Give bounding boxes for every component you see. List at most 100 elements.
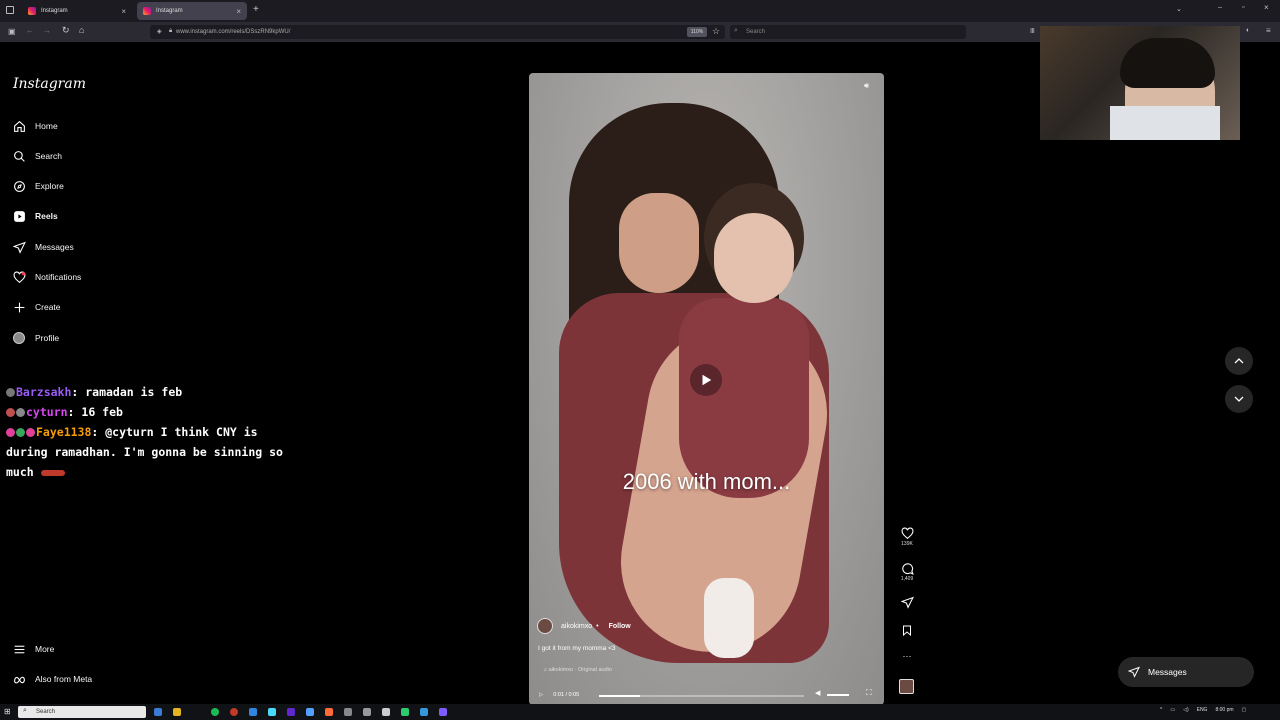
like-button[interactable]: 139K: [897, 525, 917, 547]
close-tab-icon[interactable]: ×: [236, 7, 241, 16]
sidebar-item-also-from-meta[interactable]: Also from Meta: [12, 668, 92, 690]
more-options-icon[interactable]: ···: [897, 651, 917, 661]
instagram-logo[interactable]: Instagram: [13, 76, 86, 92]
sidebar-panel-icon[interactable]: ▣: [8, 27, 16, 36]
volume-icon[interactable]: ◁): [1183, 707, 1189, 713]
spotify-icon[interactable]: [211, 708, 219, 716]
app-icon[interactable]: [268, 708, 276, 716]
tab-instagram-2[interactable]: Instagram ×: [137, 2, 247, 20]
fullscreen-icon[interactable]: ⛶: [866, 688, 872, 698]
play-button[interactable]: [690, 364, 722, 396]
volume-slider[interactable]: [827, 694, 849, 696]
taskview-icon[interactable]: [154, 708, 162, 716]
menu-icon: [12, 642, 26, 656]
home-button[interactable]: ⌂: [79, 25, 84, 35]
reel-audio-link[interactable]: ♫ aikokimxo · Original audio: [543, 667, 612, 673]
sidebar-item-profile[interactable]: Profile: [12, 327, 59, 349]
sidebar-item-reels[interactable]: Reels: [12, 205, 58, 227]
reload-button[interactable]: ↻: [62, 25, 70, 36]
previous-reel-button[interactable]: [1225, 347, 1253, 375]
sidebar-item-create[interactable]: Create: [12, 296, 61, 318]
close-window-button[interactable]: ×: [1264, 3, 1269, 12]
meta-icon: [12, 672, 26, 686]
chevron-down-icon: [1234, 396, 1244, 402]
avatar[interactable]: [537, 618, 553, 634]
app-icon[interactable]: [249, 708, 257, 716]
sidebar-item-messages[interactable]: Messages: [12, 236, 74, 258]
close-tab-icon[interactable]: ×: [121, 7, 126, 16]
clock[interactable]: 8:00 pm: [1215, 707, 1233, 713]
volume-icon[interactable]: 🔊︎: [864, 81, 876, 93]
windows-start-icon[interactable]: ⊞: [4, 707, 11, 716]
sidebar-item-search[interactable]: Search: [12, 145, 62, 167]
firefox-icon[interactable]: [325, 708, 333, 716]
comment-button[interactable]: 1,409: [897, 560, 917, 582]
menu-icon[interactable]: ≡: [1266, 26, 1271, 35]
save-button[interactable]: [897, 622, 917, 638]
follow-button[interactable]: Follow: [609, 623, 631, 630]
chevron-up-icon: [1234, 358, 1244, 364]
tab-instagram-1[interactable]: Instagram ×: [22, 2, 132, 20]
sidebar-item-label: More: [35, 644, 55, 654]
language-indicator[interactable]: ENG: [1197, 707, 1208, 713]
shield-icon[interactable]: ◈: [157, 28, 162, 35]
discord-icon[interactable]: [439, 708, 447, 716]
search-icon: [12, 149, 26, 163]
audio-thumbnail[interactable]: [899, 679, 914, 694]
play-icon[interactable]: ▷: [539, 692, 543, 698]
new-tab-button[interactable]: +: [253, 4, 259, 15]
file-explorer-icon[interactable]: [173, 708, 181, 716]
sidebar-toggle-icon[interactable]: [6, 6, 14, 14]
tab-list-icon[interactable]: ⌄: [1176, 5, 1182, 13]
app-icon[interactable]: [420, 708, 428, 716]
network-icon[interactable]: ▭: [1170, 707, 1175, 713]
app-icon[interactable]: [306, 708, 314, 716]
video-progress-bar[interactable]: [599, 695, 804, 697]
messenger-icon: [12, 240, 26, 254]
sidebar-item-home[interactable]: Home: [12, 115, 58, 137]
back-button[interactable]: ←: [26, 26, 34, 35]
tab-title: Instagram: [156, 8, 183, 14]
app-icon[interactable]: [363, 708, 371, 716]
url-input[interactable]: www.instagram.com/reels/DSszRN9kpWU/: [150, 25, 725, 39]
bookmark-star-icon[interactable]: ☆: [712, 26, 720, 37]
app-icon[interactable]: [401, 708, 409, 716]
maximize-window-button[interactable]: ▫: [1242, 4, 1244, 11]
extensions-icon[interactable]: ◐: [1246, 27, 1250, 34]
reel-description[interactable]: I got it from my momma <3: [538, 645, 615, 652]
sidebar-item-label: Profile: [35, 333, 60, 343]
forward-button[interactable]: →: [43, 26, 51, 35]
library-icon[interactable]: Ⅲ: [1030, 27, 1035, 35]
next-reel-button[interactable]: [1225, 385, 1253, 413]
author-username[interactable]: aikokimxo: [561, 623, 592, 630]
lock-icon[interactable]: 🔒︎: [169, 28, 172, 35]
share-button[interactable]: [897, 594, 917, 610]
minimize-window-button[interactable]: –: [1218, 4, 1222, 11]
instagram-favicon-icon: [28, 7, 36, 15]
sidebar-item-notifications[interactable]: Notifications: [12, 266, 81, 288]
app-icon[interactable]: [230, 708, 238, 716]
video-overlay-caption: 2006 with mom...: [622, 469, 791, 494]
separator-dot: •: [596, 622, 599, 630]
app-icon[interactable]: [344, 708, 352, 716]
chat-text: : 16 feb: [67, 405, 123, 419]
chat-text: : ramadan is feb: [71, 385, 183, 399]
video-figure: [679, 298, 809, 498]
app-icon[interactable]: [382, 708, 390, 716]
taskbar: [0, 704, 1280, 720]
chevron-up-icon[interactable]: ^: [1160, 707, 1162, 713]
zoom-level-badge[interactable]: 110%: [687, 27, 707, 37]
volume-icon[interactable]: ◀︎: [815, 689, 820, 697]
heart-icon: [897, 525, 917, 541]
app-icon[interactable]: [287, 708, 295, 716]
sidebar-item-explore[interactable]: Explore: [12, 175, 64, 197]
messages-button[interactable]: Messages: [1118, 657, 1254, 687]
taskbar-search-input[interactable]: Search: [18, 706, 146, 718]
sidebar-item-label: Notifications: [35, 272, 82, 282]
browser-search-input[interactable]: Search: [730, 25, 966, 39]
sidebar-item-more[interactable]: More: [12, 638, 54, 660]
badge-icon: [16, 428, 25, 437]
reel-video[interactable]: 🔊︎ 2006 with mom... aikokimxo • Follow I…: [529, 73, 884, 705]
chat-username: cyturn: [26, 405, 68, 419]
notifications-icon[interactable]: ▢: [1242, 707, 1247, 713]
